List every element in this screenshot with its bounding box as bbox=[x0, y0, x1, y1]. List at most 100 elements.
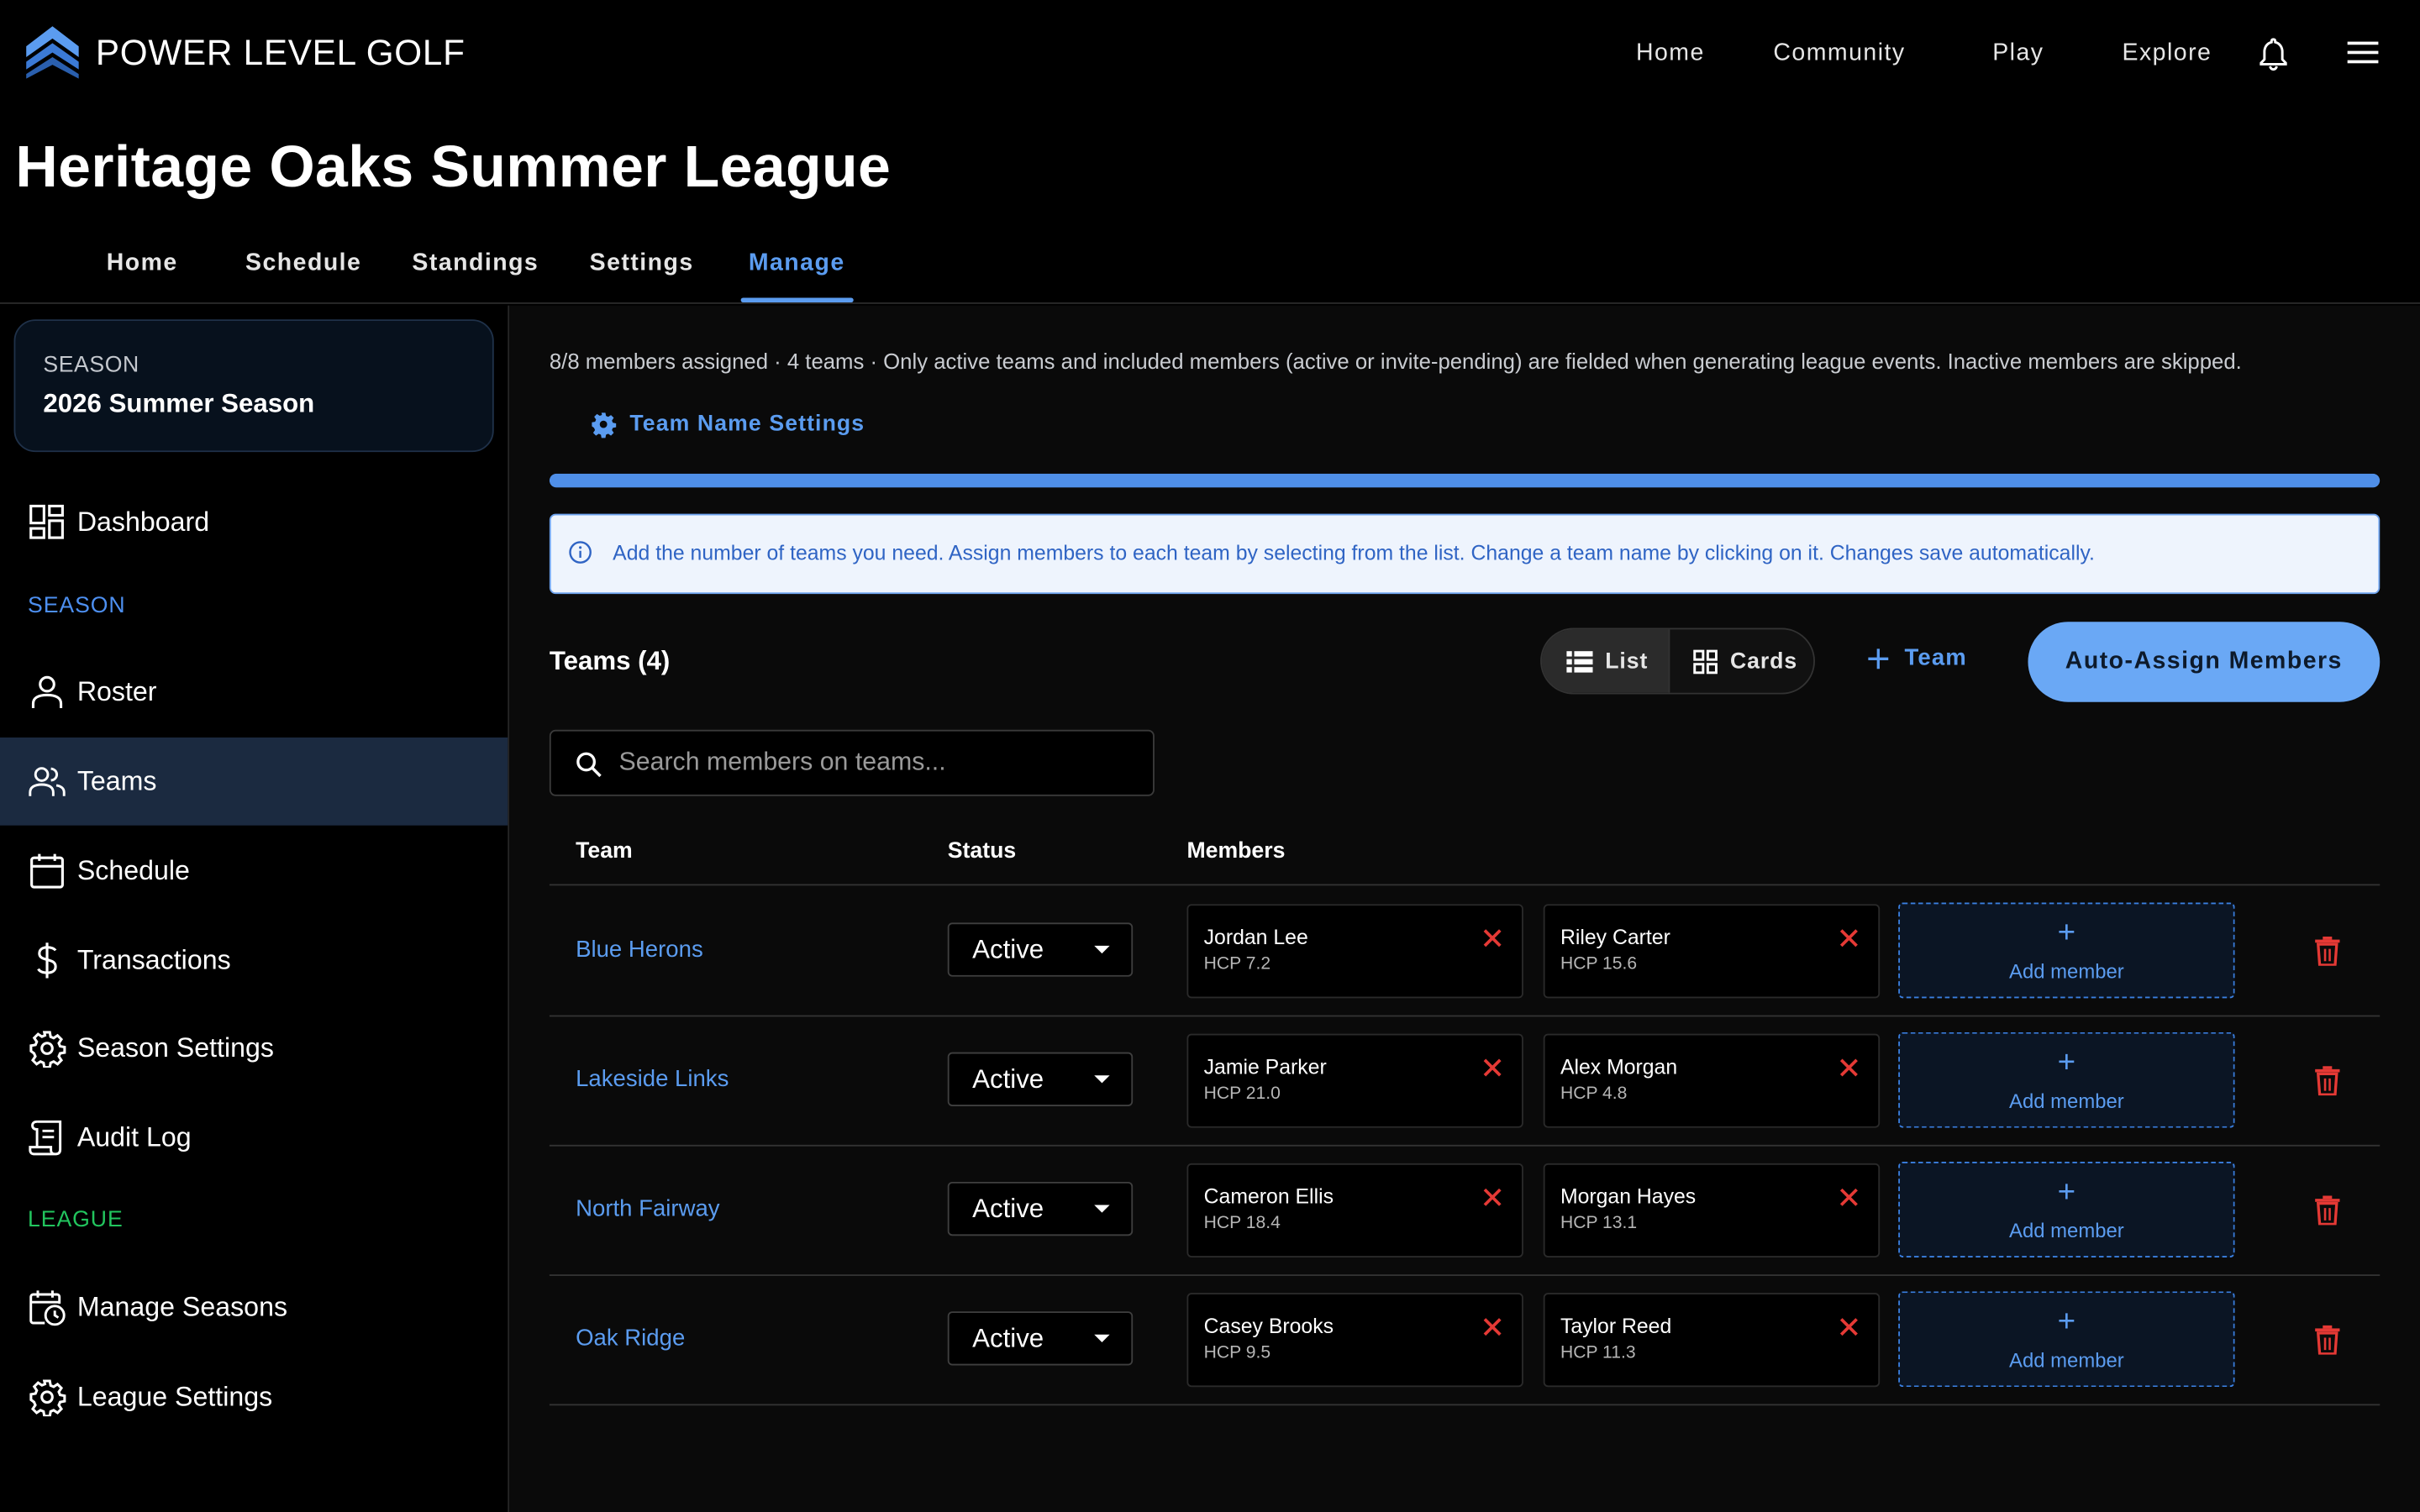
status-select[interactable]: Active bbox=[947, 1181, 1134, 1236]
column-header-members: Members bbox=[1186, 839, 1286, 864]
gear-icon bbox=[29, 1031, 66, 1068]
remove-member-icon[interactable] bbox=[1483, 1057, 1502, 1084]
sidebar-item-label: Schedule bbox=[76, 854, 190, 886]
remove-member-icon[interactable] bbox=[1839, 927, 1858, 955]
assignment-progress-bar bbox=[549, 473, 2381, 488]
member-name: Jamie Parker bbox=[1203, 1055, 1327, 1079]
brand-name: POWER LEVEL GOLF bbox=[95, 31, 466, 72]
tab-schedule[interactable]: Schedule bbox=[245, 250, 361, 278]
season-card-value: 2026 Summer Season bbox=[43, 388, 315, 418]
menu-icon[interactable] bbox=[2346, 39, 2380, 66]
member-handicap: HCP 11.3 bbox=[1560, 1343, 1636, 1362]
status-select[interactable]: Active bbox=[947, 1052, 1134, 1106]
topnav-community[interactable]: Community bbox=[1773, 40, 1905, 68]
caret-down-icon bbox=[1094, 1205, 1110, 1213]
member-handicap: HCP 9.5 bbox=[1203, 1343, 1271, 1362]
sidebar-item-season-settings[interactable]: Season Settings bbox=[0, 1005, 508, 1093]
table-row: Lakeside Links Active Jamie Parker HCP 21.0… bbox=[550, 1016, 2380, 1145]
view-cards-label: Cards bbox=[1729, 648, 1798, 674]
column-header-status: Status bbox=[947, 839, 1017, 864]
sidebar-item-manage-seasons[interactable]: Manage Seasons bbox=[0, 1263, 508, 1352]
member-handicap: HCP 18.4 bbox=[1203, 1214, 1281, 1233]
person-icon bbox=[31, 675, 63, 709]
delete-team-icon[interactable] bbox=[2315, 1195, 2340, 1232]
member-handicap: HCP 7.2 bbox=[1203, 954, 1271, 974]
tab-manage[interactable]: Manage bbox=[749, 250, 845, 278]
auto-assign-members-button[interactable]: Auto-Assign Members bbox=[2028, 622, 2381, 702]
add-member-button[interactable]: + Add member bbox=[1898, 1162, 2235, 1257]
info-icon bbox=[569, 541, 592, 564]
search-icon bbox=[576, 752, 602, 778]
delete-team-icon[interactable] bbox=[2315, 1325, 2340, 1362]
status-select[interactable]: Active bbox=[947, 1311, 1134, 1366]
sidebar-item-schedule[interactable]: Schedule bbox=[0, 827, 508, 915]
add-member-button[interactable]: + Add member bbox=[1898, 902, 2235, 999]
team-name[interactable]: North Fairway bbox=[576, 1195, 719, 1221]
plus-icon bbox=[1868, 648, 1889, 669]
list-icon bbox=[1566, 650, 1593, 672]
search-input[interactable] bbox=[618, 731, 1144, 795]
member-chip: Casey Brooks HCP 9.5 bbox=[1186, 1293, 1523, 1388]
bell-icon[interactable] bbox=[2258, 37, 2289, 71]
sidebar-item-transactions[interactable]: Transactions bbox=[0, 916, 508, 1005]
view-list-label: List bbox=[1605, 648, 1649, 674]
plus-icon: + bbox=[2057, 1305, 2076, 1340]
sidebar-item-league-settings[interactable]: League Settings bbox=[0, 1353, 508, 1441]
season-selector[interactable]: SEASON 2026 Summer Season bbox=[13, 319, 494, 453]
calendar-icon bbox=[30, 853, 64, 889]
team-name-settings-button[interactable]: Team Name Settings bbox=[590, 411, 865, 438]
remove-member-icon[interactable] bbox=[1839, 1316, 1858, 1344]
member-name: Riley Carter bbox=[1560, 926, 1670, 949]
add-team-button[interactable]: Team bbox=[1867, 645, 1966, 671]
sidebar-item-label: Roster bbox=[76, 675, 157, 707]
status-value: Active bbox=[972, 1323, 1044, 1353]
topnav-play[interactable]: Play bbox=[1992, 40, 2044, 68]
caret-down-icon bbox=[1094, 1334, 1110, 1342]
add-member-button[interactable]: + Add member bbox=[1898, 1291, 2235, 1388]
remove-member-icon[interactable] bbox=[1839, 1186, 1858, 1214]
tab-home[interactable]: Home bbox=[107, 250, 178, 278]
team-name[interactable]: Lakeside Links bbox=[576, 1066, 729, 1092]
team-name[interactable]: Blue Herons bbox=[576, 937, 703, 963]
member-name: Casey Brooks bbox=[1203, 1314, 1334, 1338]
sidebar-item-roster[interactable]: Roster bbox=[0, 648, 508, 736]
sidebar-item-dashboard[interactable]: Dashboard bbox=[0, 478, 508, 566]
sidebar-item-label: Manage Seasons bbox=[76, 1291, 288, 1323]
member-chip: Jamie Parker HCP 21.0 bbox=[1186, 1033, 1523, 1128]
add-member-button[interactable]: + Add member bbox=[1898, 1032, 2235, 1128]
member-chip: Cameron Ellis HCP 18.4 bbox=[1186, 1163, 1523, 1257]
member-chip: Riley Carter HCP 15.6 bbox=[1543, 904, 1881, 999]
member-handicap: HCP 21.0 bbox=[1203, 1084, 1281, 1104]
brand-logo[interactable]: POWER LEVEL GOLF bbox=[24, 24, 465, 80]
scroll-icon bbox=[29, 1120, 62, 1156]
plus-icon: + bbox=[2057, 916, 2076, 951]
active-tab-indicator bbox=[740, 297, 854, 302]
member-search bbox=[549, 729, 1155, 796]
remove-member-icon[interactable] bbox=[1839, 1057, 1858, 1084]
add-member-label: Add member bbox=[2009, 1219, 2124, 1242]
remove-member-icon[interactable] bbox=[1483, 1316, 1502, 1344]
dollar-icon bbox=[37, 942, 57, 979]
topnav-explore[interactable]: Explore bbox=[2123, 40, 2212, 68]
remove-member-icon[interactable] bbox=[1483, 927, 1502, 955]
add-team-label: Team bbox=[1904, 644, 1967, 671]
add-member-label: Add member bbox=[2009, 1348, 2124, 1372]
team-name[interactable]: Oak Ridge bbox=[576, 1326, 685, 1352]
dashboard-icon bbox=[29, 504, 64, 539]
column-header-team: Team bbox=[576, 839, 633, 864]
tab-standings[interactable]: Standings bbox=[412, 250, 539, 278]
delete-team-icon[interactable] bbox=[2315, 936, 2340, 974]
sidebar-item-teams[interactable]: Teams bbox=[0, 737, 508, 826]
remove-member-icon[interactable] bbox=[1483, 1186, 1502, 1214]
tab-settings[interactable]: Settings bbox=[590, 250, 694, 278]
sidebar-item-audit-log[interactable]: Audit Log bbox=[0, 1094, 508, 1182]
status-select[interactable]: Active bbox=[947, 922, 1134, 977]
view-list-button[interactable]: List bbox=[1541, 629, 1669, 693]
view-cards-button[interactable]: Cards bbox=[1668, 629, 1814, 693]
assignment-summary: 8/8 members assigned · 4 teams · Only ac… bbox=[549, 349, 2242, 374]
caret-down-icon bbox=[1094, 945, 1110, 954]
member-name: Cameron Ellis bbox=[1203, 1184, 1334, 1209]
topnav-home[interactable]: Home bbox=[1636, 40, 1705, 68]
delete-team-icon[interactable] bbox=[2315, 1066, 2340, 1103]
row-divider bbox=[549, 1404, 2381, 1406]
